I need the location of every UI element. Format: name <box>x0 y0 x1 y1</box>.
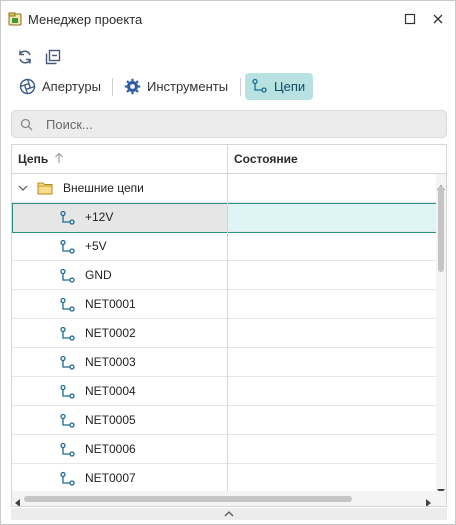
tab-apertures[interactable]: Апертуры <box>13 73 109 100</box>
tab-nets-label: Цепи <box>274 79 306 94</box>
net-icon <box>59 384 76 404</box>
state-cell <box>228 174 436 202</box>
close-button[interactable] <box>427 9 449 29</box>
table-row[interactable]: NET0004 <box>12 377 436 406</box>
horizontal-scroll-thumb[interactable] <box>24 496 352 502</box>
net-name: +5V <box>85 239 107 253</box>
net-icon <box>59 413 76 433</box>
state-cell <box>228 319 436 347</box>
aperture-icon <box>19 78 36 95</box>
table-body: Внешние цепи +12V +5V GND NET0001 NET000… <box>12 174 438 493</box>
net-name: NET0006 <box>85 442 136 456</box>
table-row[interactable]: NET0003 <box>12 348 436 377</box>
nets-table: Цепь Состояние Внешние цепи +12V +5V GND… <box>11 144 447 507</box>
close-icon <box>433 14 443 24</box>
scroll-right-icon[interactable] <box>426 495 432 506</box>
project-manager-icon <box>8 12 22 26</box>
net-name: NET0001 <box>85 297 136 311</box>
folder-icon <box>37 181 53 198</box>
net-name: NET0003 <box>85 355 136 369</box>
table-row[interactable]: +12V <box>12 203 438 233</box>
tab-tools[interactable]: Инструменты <box>118 73 236 100</box>
chevron-up-icon <box>224 511 234 517</box>
column-header-state[interactable]: Состояние <box>234 152 298 166</box>
net-name: NET0004 <box>85 384 136 398</box>
net-icon <box>59 471 76 491</box>
net-icon <box>59 442 76 462</box>
state-cell <box>228 464 436 492</box>
sort-ascending-icon <box>54 152 64 167</box>
vertical-scroll-thumb[interactable] <box>438 186 444 272</box>
chevron-down-icon[interactable] <box>17 182 29 197</box>
maximize-button[interactable] <box>399 9 421 29</box>
net-name: NET0007 <box>85 471 136 485</box>
net-icon <box>59 210 76 230</box>
net-icon <box>59 297 76 317</box>
net-name: +12V <box>85 210 114 224</box>
net-icon <box>59 326 76 346</box>
refresh-button[interactable] <box>13 45 37 69</box>
refresh-icon <box>19 50 31 64</box>
tool-gear-icon <box>124 78 141 95</box>
state-cell <box>228 435 436 463</box>
collapse-all-icon <box>45 49 61 65</box>
table-row[interactable]: NET0006 <box>12 435 436 464</box>
net-icon <box>59 239 76 259</box>
column-header-net[interactable]: Цепь <box>18 152 48 166</box>
table-row[interactable]: NET0002 <box>12 319 436 348</box>
tab-nets[interactable]: Цепи <box>245 73 314 100</box>
table-row[interactable]: NET0007 <box>12 464 436 493</box>
state-cell <box>228 348 436 376</box>
table-row[interactable]: NET0001 <box>12 290 436 319</box>
state-cell <box>228 203 436 231</box>
state-cell <box>228 377 436 405</box>
project-manager-window: Менеджер проекта Апертуры Инструменты Це… <box>0 0 456 525</box>
net-name: NET0002 <box>85 326 136 340</box>
net-icon <box>59 268 76 288</box>
scroll-left-icon[interactable] <box>14 495 20 506</box>
maximize-icon <box>404 13 416 25</box>
panel-collapse-bar[interactable] <box>11 508 447 520</box>
state-cell <box>228 261 436 289</box>
toolbar <box>1 45 455 69</box>
state-cell <box>228 406 436 434</box>
column-divider[interactable] <box>227 145 228 491</box>
group-label: Внешние цепи <box>63 181 144 195</box>
net-icon <box>252 78 267 93</box>
search-box[interactable] <box>11 110 447 138</box>
net-name: NET0005 <box>85 413 136 427</box>
collapse-all-button[interactable] <box>41 45 65 69</box>
window-title: Менеджер проекта <box>28 12 143 27</box>
horizontal-scrollbar[interactable] <box>12 491 446 506</box>
state-cell <box>228 290 436 318</box>
tab-apertures-label: Апертуры <box>42 79 101 94</box>
table-header: Цепь Состояние <box>12 145 446 174</box>
group-row[interactable]: Внешние цепи <box>12 174 436 203</box>
tab-divider <box>112 78 113 96</box>
tab-bar: Апертуры Инструменты Цепи <box>1 73 455 101</box>
tab-divider <box>240 78 241 96</box>
title-bar: Менеджер проекта <box>1 1 455 37</box>
search-icon <box>20 118 33 134</box>
vertical-scrollbar[interactable] <box>436 174 446 494</box>
state-cell <box>228 232 436 260</box>
net-name: GND <box>85 268 112 282</box>
net-icon <box>59 355 76 375</box>
tab-tools-label: Инструменты <box>147 79 229 94</box>
table-row[interactable]: NET0005 <box>12 406 436 435</box>
table-row[interactable]: +5V <box>12 232 436 261</box>
search-input[interactable] <box>46 115 436 134</box>
table-row[interactable]: GND <box>12 261 436 290</box>
